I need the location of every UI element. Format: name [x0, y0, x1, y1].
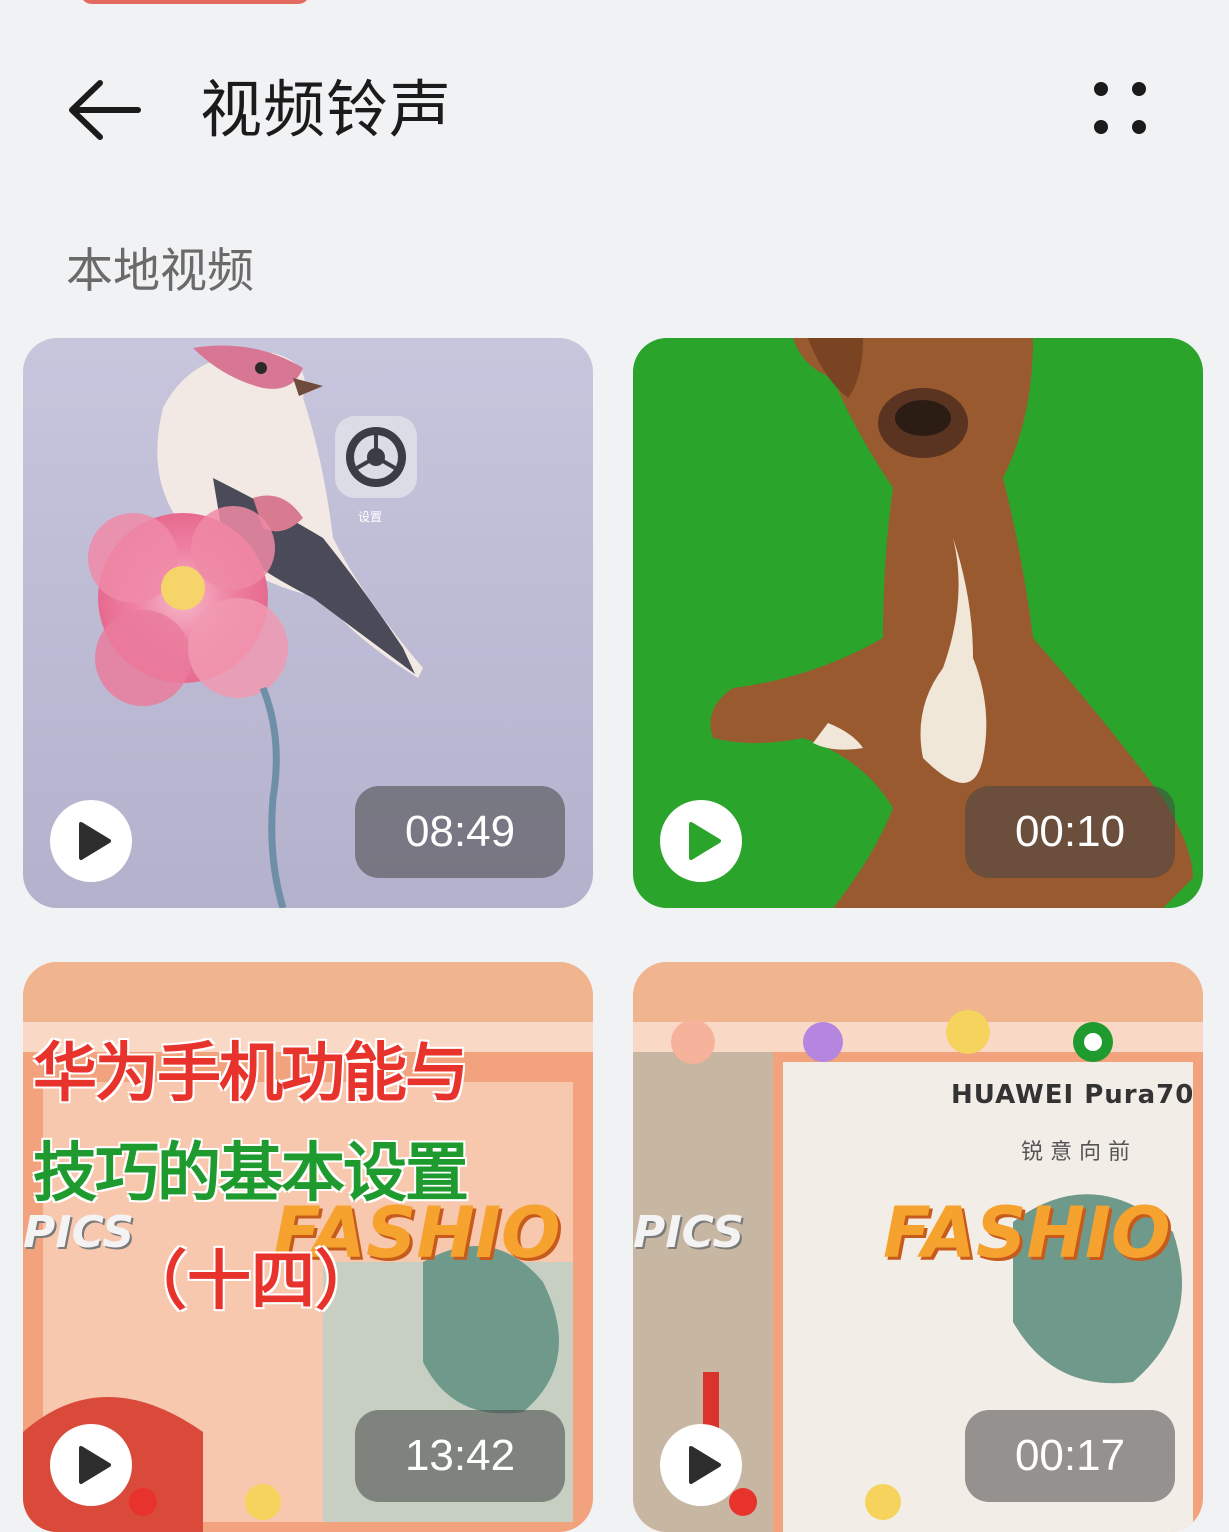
play-icon — [689, 1446, 721, 1484]
video-card[interactable]: 设置 08:49 — [23, 338, 593, 908]
play-button[interactable] — [50, 800, 132, 882]
app-icon-label: 设置 — [358, 510, 383, 524]
play-button[interactable] — [50, 1424, 132, 1506]
video-card[interactable]: 00:10 — [633, 338, 1203, 908]
play-button[interactable] — [660, 800, 742, 882]
more-button[interactable] — [1080, 77, 1160, 147]
duration-badge: 13:42 — [355, 1410, 565, 1502]
page-title: 视频铃声 — [200, 73, 453, 146]
brand-text: HUAWEI Pura70 — [951, 1080, 1195, 1110]
slogan-text: 锐 意 向 前 — [1021, 1140, 1130, 1165]
arrow-left-icon — [69, 80, 141, 140]
play-icon — [689, 822, 721, 860]
play-icon — [79, 822, 111, 860]
app-header: 视频铃声 — [0, 55, 1229, 165]
duration-badge: 00:10 — [965, 786, 1175, 878]
section-local-videos: 本地视频 — [66, 244, 254, 299]
duration-badge: 08:49 — [355, 786, 565, 878]
video-card[interactable]: HUAWEI Pura70 锐 意 向 前 PICS FASHIO 00:17 — [633, 962, 1203, 1532]
play-button[interactable] — [660, 1424, 742, 1506]
overlay-title-line3: （十四） — [123, 1245, 379, 1319]
status-pill — [80, 0, 310, 4]
more-dots-icon — [1094, 82, 1146, 134]
sticker-text-right: FASHIO — [883, 1192, 1171, 1274]
back-button[interactable] — [60, 75, 150, 145]
overlay-title-line1: 华为手机功能与 — [33, 1037, 469, 1111]
duration-badge: 00:17 — [965, 1410, 1175, 1502]
sticker-text-left: PICS — [633, 1207, 745, 1258]
play-icon — [79, 1446, 111, 1484]
video-card[interactable]: 华为手机功能与 技巧的基本设置 PICS FASHIO （十四） 13:42 — [23, 962, 593, 1532]
sticker-text-left: PICS — [23, 1207, 135, 1258]
